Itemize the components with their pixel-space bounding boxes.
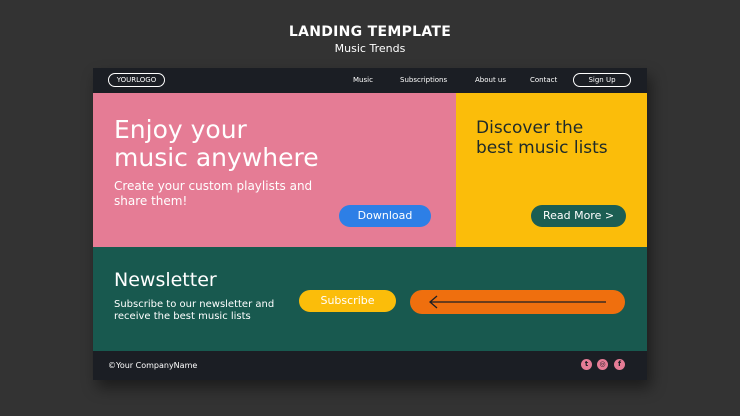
discover-title: Discover the best music lists: [476, 118, 608, 158]
newsletter-email-field[interactable]: [410, 290, 625, 314]
nav-link-about-us[interactable]: About us: [475, 75, 506, 85]
template-subtitle: Music Trends: [334, 42, 406, 55]
newsletter-panel: Newsletter Subscribe to our newsletter a…: [93, 247, 647, 351]
newsletter-text: Subscribe to our newsletter and receive …: [114, 299, 275, 322]
read-more-button[interactable]: Read More >: [531, 205, 626, 227]
template-title: LANDING TEMPLATE: [288, 24, 452, 40]
discover-title-line1: Discover the: [476, 118, 584, 138]
nav-link-contact[interactable]: Contact: [530, 75, 557, 85]
arrow-left-icon: [429, 295, 606, 309]
facebook-icon[interactable]: f: [614, 359, 625, 370]
logo[interactable]: YOURLOGO: [108, 73, 165, 87]
discover-panel: Discover the best music lists Read More …: [456, 93, 647, 247]
newsletter-title: Newsletter: [114, 269, 217, 291]
hero-title: Enjoy your music anywhere: [114, 116, 319, 172]
footer: ©Your CompanyName t ◎ f: [93, 351, 647, 380]
discover-title-line2: best music lists: [476, 138, 608, 158]
twitter-icon[interactable]: t: [581, 359, 592, 370]
subscribe-button[interactable]: Subscribe: [299, 290, 396, 312]
template-heading: LANDING TEMPLATE Music Trends: [0, 24, 740, 56]
sign-up-button[interactable]: Sign Up: [573, 73, 631, 87]
hero-panel: Enjoy your music anywhere Create your cu…: [93, 93, 456, 247]
copyright-text: ©Your CompanyName: [108, 361, 198, 370]
landing-page-mockup: YOURLOGO Music Subscriptions About us Co…: [93, 68, 647, 380]
download-button[interactable]: Download: [339, 205, 431, 227]
top-nav: YOURLOGO Music Subscriptions About us Co…: [93, 68, 647, 93]
instagram-icon[interactable]: ◎: [597, 359, 608, 370]
hero-title-line2: music anywhere: [114, 143, 319, 172]
hero-title-line1: Enjoy your: [114, 115, 247, 144]
nav-link-music[interactable]: Music: [353, 75, 373, 85]
nav-link-subscriptions[interactable]: Subscriptions: [400, 75, 447, 85]
hero-subtitle: Create your custom playlists and share t…: [114, 179, 313, 208]
